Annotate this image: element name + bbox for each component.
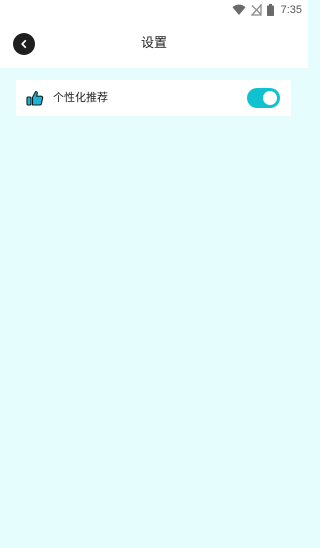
status-icons: 7:35 xyxy=(232,3,302,17)
page-title: 设置 xyxy=(140,36,167,51)
battery-icon xyxy=(266,4,274,16)
wifi-icon xyxy=(232,4,246,16)
toggle-knob xyxy=(263,91,277,105)
status-bar: 7:35 xyxy=(0,0,308,20)
back-button[interactable] xyxy=(13,33,35,55)
thumbs-up-icon xyxy=(26,91,44,106)
signal-no-sim-icon xyxy=(250,4,262,16)
app-bar: 设置 xyxy=(0,20,308,68)
setting-item-personalized-recommendation: 个性化推荐 xyxy=(16,80,291,116)
personalized-recommendation-toggle[interactable] xyxy=(247,88,280,108)
status-time: 7:35 xyxy=(280,4,302,16)
chevron-left-icon xyxy=(21,39,27,49)
setting-label: 个性化推荐 xyxy=(53,91,108,104)
